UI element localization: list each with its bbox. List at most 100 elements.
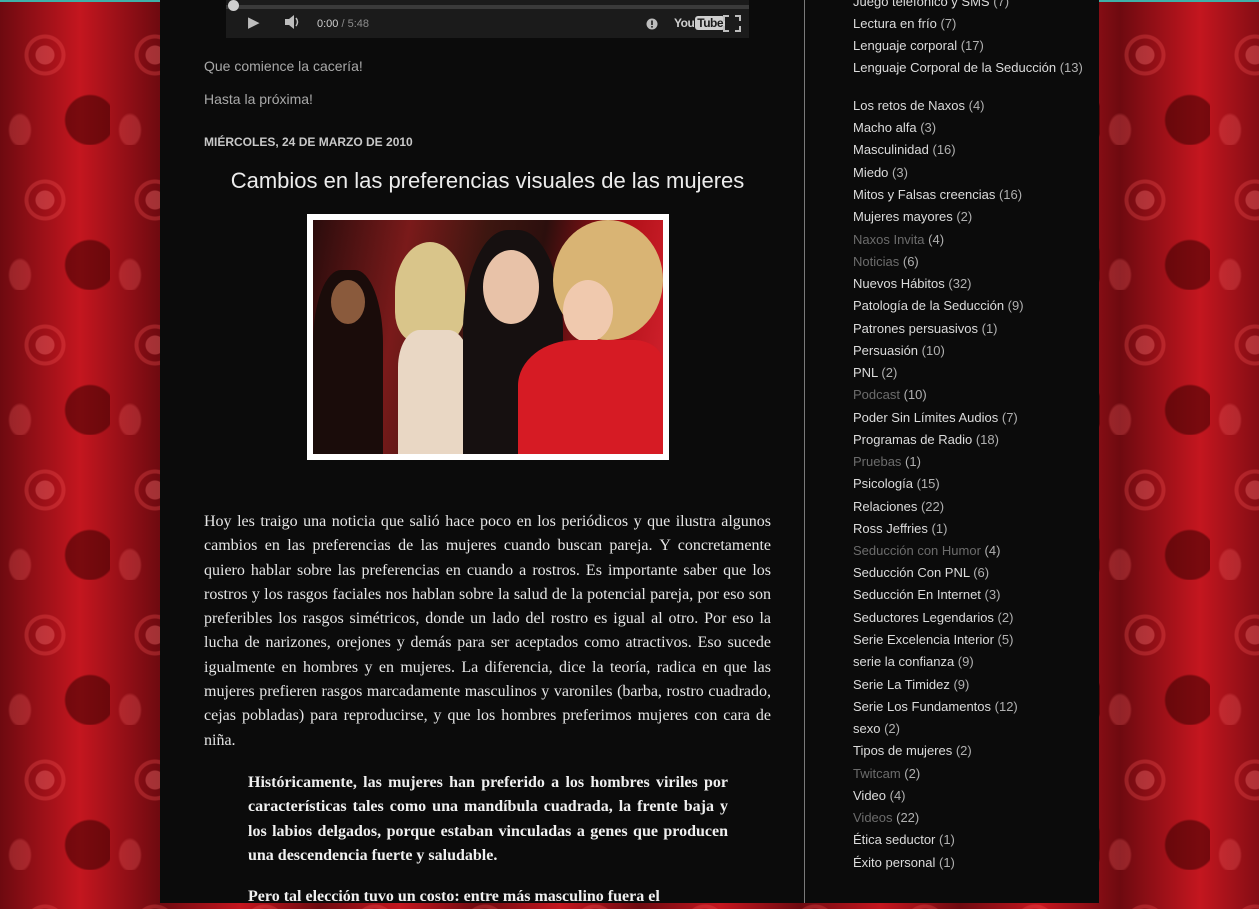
label-item: Seducción con Humor (4): [853, 543, 1083, 559]
post-photo: [313, 220, 663, 454]
label-link[interactable]: PNL: [853, 365, 878, 380]
label-count: (6): [899, 254, 919, 269]
youtube-logo-you: You: [674, 16, 695, 30]
label-count: (7): [998, 410, 1018, 425]
label-count: (16): [995, 187, 1023, 202]
label-link[interactable]: Serie Excelencia Interior: [853, 632, 994, 647]
current-time: 0:00: [317, 18, 339, 30]
label-count: (12): [991, 699, 1018, 714]
label-link[interactable]: Seductores Legendarios: [853, 610, 994, 625]
post-quote: Históricamente, las mujeres han preferid…: [248, 774, 728, 864]
label-link[interactable]: Programas de Radio: [853, 432, 972, 447]
label-count: (17): [957, 38, 984, 53]
label-link[interactable]: Ross Jeffries: [853, 521, 928, 536]
label-link[interactable]: Juego telefónico y SMS: [853, 0, 990, 9]
label-link[interactable]: Serie La Timidez: [853, 677, 950, 692]
label-link[interactable]: Seducción Con PNL: [853, 565, 970, 580]
label-item: serie la confianza (9): [853, 654, 1083, 670]
post-image[interactable]: [307, 214, 669, 460]
label-item: Poder Sin Límites Audios (7): [853, 410, 1083, 426]
post-body: Hoy les traigo una noticia que salió hac…: [204, 513, 771, 749]
label-item: Lectura en frío (7): [853, 16, 1083, 32]
label-count: (10): [918, 343, 945, 358]
label-count: (4): [886, 788, 906, 803]
label-link[interactable]: Lectura en frío: [853, 16, 937, 31]
label-link[interactable]: Relaciones: [853, 499, 917, 514]
video-progress-handle[interactable]: [228, 0, 239, 11]
post-closing-line: Que comience la cacería!: [204, 58, 363, 74]
label-count: (1): [978, 321, 998, 336]
label-item: Lenguaje corporal (17): [853, 38, 1083, 54]
label-item: Twitcam (2): [853, 766, 1083, 782]
label-link[interactable]: Seducción En Internet: [853, 587, 981, 602]
label-count: (2): [952, 743, 972, 758]
label-link[interactable]: Seducción con Humor: [853, 543, 981, 558]
label-link[interactable]: Psicología: [853, 476, 913, 491]
info-icon[interactable]: [646, 17, 658, 35]
label-link[interactable]: Podcast: [853, 387, 900, 402]
label-count: (5): [993, 632, 1014, 647]
label-count: (22): [892, 810, 920, 825]
label-count: (9): [949, 677, 970, 692]
label-item: Naxos Invita (4): [853, 232, 1083, 248]
label-count: (32): [944, 276, 972, 291]
label-item: Los retos de Naxos (4): [853, 98, 1083, 114]
label-item: Juego telefónico y SMS (7): [853, 0, 1083, 10]
post-title[interactable]: Cambios en las preferencias visuales de …: [204, 168, 771, 194]
label-item: Mujeres mayores (2): [853, 209, 1083, 225]
label-link[interactable]: Patrones persuasivos: [853, 321, 978, 336]
volume-icon[interactable]: [284, 14, 302, 35]
label-link[interactable]: Twitcam: [853, 766, 901, 781]
label-item: Tipos de mujeres (2): [853, 743, 1083, 759]
label-count: (1): [901, 454, 921, 469]
video-progress-bar[interactable]: [226, 5, 749, 9]
label-link[interactable]: Pruebas: [853, 454, 901, 469]
label-link[interactable]: Videos: [853, 810, 893, 825]
label-link[interactable]: Tipos de mujeres: [853, 743, 952, 758]
label-count: (1): [935, 855, 955, 870]
label-link[interactable]: Éxito personal: [853, 855, 935, 870]
label-link[interactable]: Macho alfa: [853, 120, 917, 135]
label-count: (2): [993, 610, 1014, 625]
label-link[interactable]: Miedo: [853, 165, 888, 180]
label-link[interactable]: Poder Sin Límites Audios: [853, 410, 998, 425]
label-link[interactable]: Nuevos Hábitos: [853, 276, 945, 291]
label-link[interactable]: Lenguaje corporal: [853, 38, 957, 53]
label-link[interactable]: Mitos y Falsas creencias: [853, 187, 995, 202]
label-item: Seductores Legendarios (2): [853, 610, 1083, 626]
play-icon[interactable]: ▶: [248, 14, 260, 32]
label-count: (4): [980, 543, 1001, 558]
label-item: Éxito personal (1): [853, 855, 1083, 871]
label-item: Macho alfa (3): [853, 120, 1083, 136]
label-item: Videos (22): [853, 810, 1083, 826]
label-link[interactable]: Lenguaje Corporal de la Seducción: [853, 60, 1056, 75]
label-item: Serie La Timidez (9): [853, 677, 1083, 693]
label-item: Pruebas (1): [853, 454, 1083, 470]
label-link[interactable]: Masculinidad: [853, 142, 929, 157]
label-link[interactable]: Los retos de Naxos: [853, 98, 965, 113]
youtube-logo[interactable]: You Tube: [674, 16, 726, 30]
label-item: Programas de Radio (18): [853, 432, 1083, 448]
label-link[interactable]: Persuasión: [853, 343, 918, 358]
label-link[interactable]: Ética seductor: [853, 832, 935, 847]
label-item: Seducción Con PNL (6): [853, 565, 1083, 581]
fullscreen-icon[interactable]: [723, 15, 741, 37]
label-item: Serie Excelencia Interior (5): [853, 632, 1083, 648]
label-link[interactable]: Serie Los Fundamentos: [853, 699, 991, 714]
post-quote-continued: Pero tal elección tuvo un costo: entre m…: [248, 888, 660, 905]
label-count: (22): [917, 499, 945, 514]
label-item: Patología de la Seducción (9): [853, 298, 1083, 314]
label-count: (13): [1056, 60, 1083, 75]
label-link[interactable]: Naxos Invita: [853, 232, 925, 247]
label-link[interactable]: sexo: [853, 721, 880, 736]
label-count: (9): [954, 654, 974, 669]
label-count: (7): [936, 16, 957, 31]
label-link[interactable]: Mujeres mayores: [853, 209, 953, 224]
label-count: (2): [880, 721, 900, 736]
label-link[interactable]: Noticias: [853, 254, 899, 269]
label-link[interactable]: Video: [853, 788, 886, 803]
label-link[interactable]: serie la confianza: [853, 654, 954, 669]
label-link[interactable]: Patología de la Seducción: [853, 298, 1004, 313]
video-player[interactable]: ▶ 0:00 / 5:48 You Tube: [226, 0, 749, 38]
label-item: Masculinidad (16): [853, 142, 1083, 158]
